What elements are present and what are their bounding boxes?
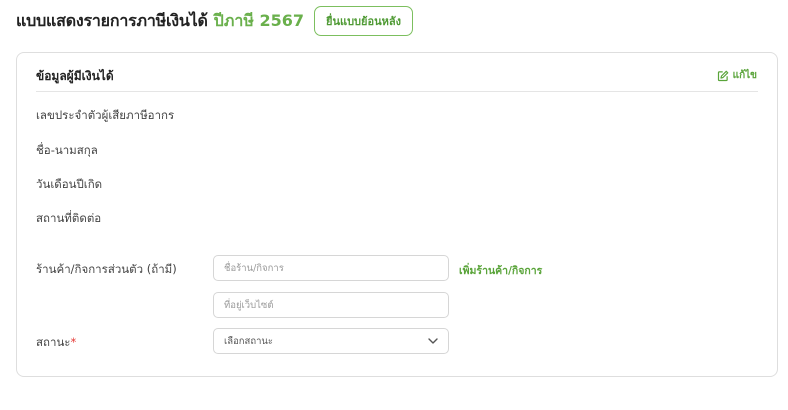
add-shop-link[interactable]: เพิ่มร้านค้า/กิจการ <box>459 262 542 279</box>
edit-button[interactable]: แก้ไข <box>717 68 757 83</box>
page-header: แบบแสดงรายการภาษีเงินได้ ปีภาษี 2567 ยื่… <box>16 6 413 36</box>
page-title: แบบแสดงรายการภาษีเงินได้ <box>16 10 208 30</box>
shop-label: ร้านค้า/กิจการส่วนตัว (ถ้ามี) <box>36 262 177 276</box>
name-label: ชื่อ-นามสกุล <box>36 143 98 157</box>
address-label: สถานที่ติดต่อ <box>36 211 102 225</box>
status-select[interactable]: เลือกสถานะ <box>213 328 449 354</box>
tax-id-label: เลขประจำตัวผู้เสียภาษีอากร <box>36 108 175 122</box>
taxpayer-info-card: ข้อมูลผู้มีเงินได้ แก้ไข เลขประจำตัวผู้เ… <box>16 52 778 377</box>
status-select-value: เลือกสถานะ <box>224 335 274 347</box>
status-label: สถานะ* <box>36 334 76 352</box>
birth-date-label: วันเดือนปีเกิด <box>36 177 103 191</box>
chevron-down-icon <box>428 338 438 344</box>
tax-year: ปีภาษี 2567 <box>213 10 305 30</box>
card-title: ข้อมูลผู้มีเงินได้ <box>36 69 114 83</box>
card-divider <box>36 91 758 92</box>
required-marker: * <box>70 335 77 349</box>
file-backdated-button[interactable]: ยื่นแบบย้อนหลัง <box>314 6 413 36</box>
edit-label: แก้ไข <box>732 70 757 81</box>
status-label-text: สถานะ <box>36 335 71 349</box>
website-input[interactable] <box>213 292 449 318</box>
shop-name-input[interactable] <box>213 255 449 281</box>
edit-icon <box>717 70 728 81</box>
